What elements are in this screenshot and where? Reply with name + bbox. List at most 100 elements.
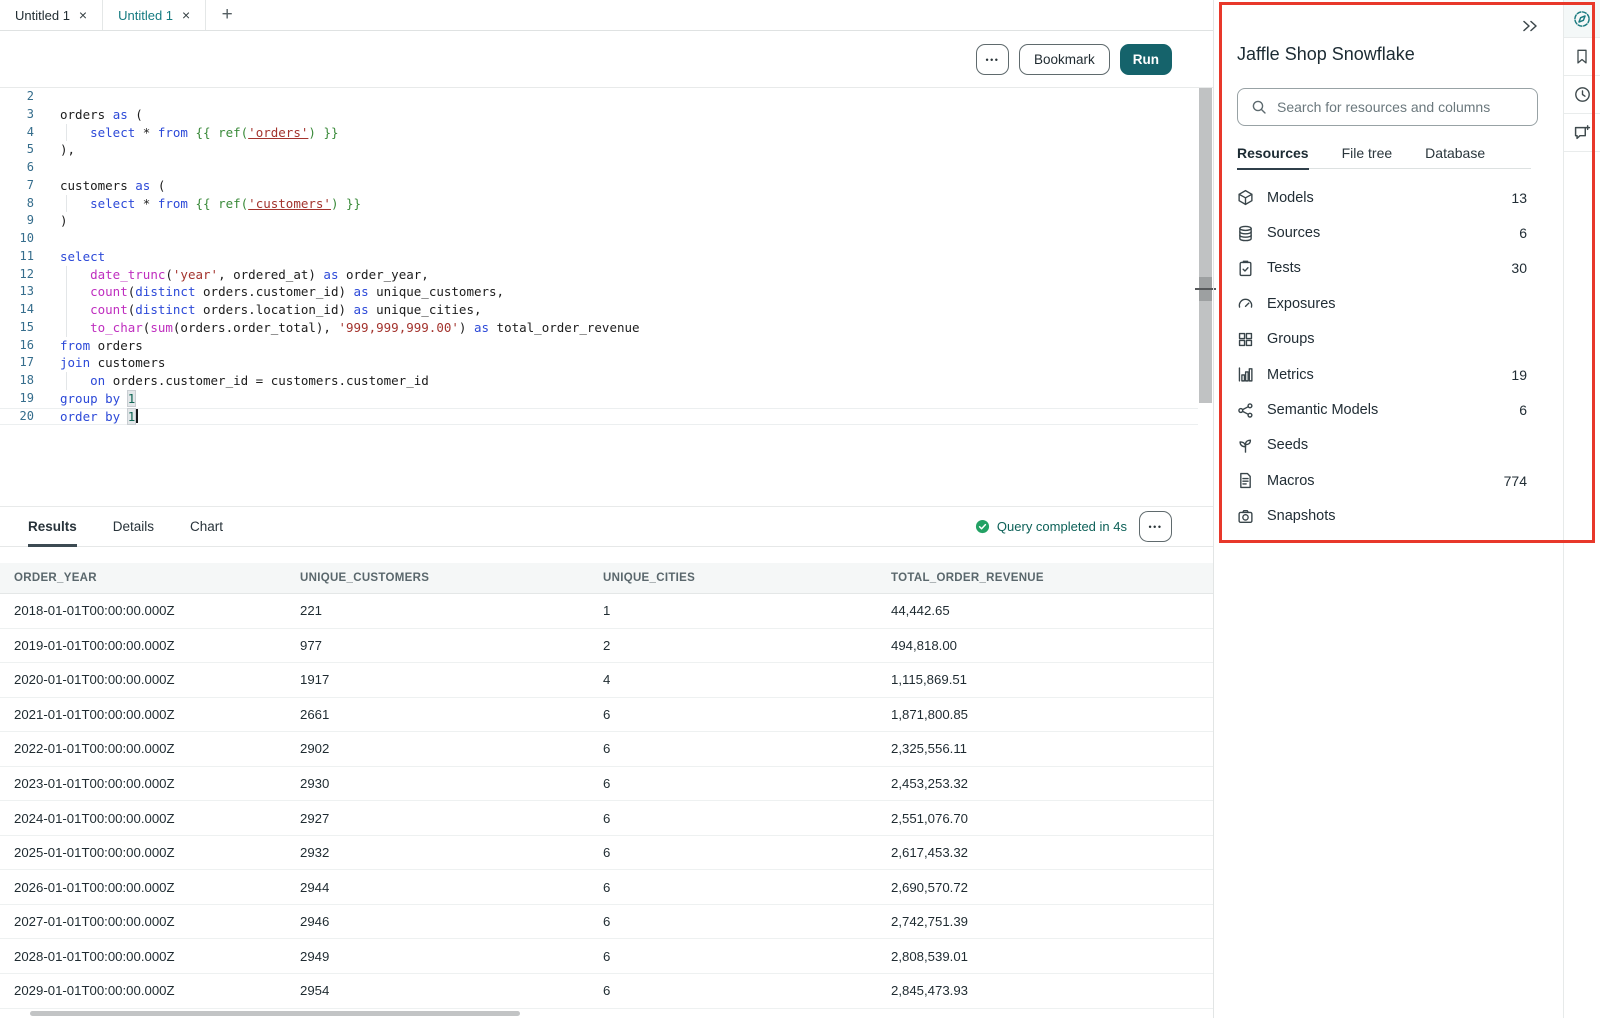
table-row[interactable]: 2019-01-01T00:00:00.000Z9772494,818.00 xyxy=(0,629,1213,664)
tab-details[interactable]: Details xyxy=(113,507,154,546)
close-icon[interactable]: × xyxy=(182,8,190,22)
code-line-14[interactable]: 14 count(distinct orders.location_id) as… xyxy=(0,301,1198,319)
close-icon[interactable]: × xyxy=(79,8,87,22)
tab-database[interactable]: Database xyxy=(1425,137,1485,168)
chat-plus-rail-button[interactable] xyxy=(1564,114,1600,152)
horizontal-scrollbar-thumb[interactable] xyxy=(30,1011,520,1016)
table-cell: 2020-01-01T00:00:00.000Z xyxy=(0,672,300,687)
line-number: 6 xyxy=(0,159,34,177)
resource-item-sources[interactable]: Sources6 xyxy=(1237,215,1543,250)
resource-item-tests[interactable]: Tests30 xyxy=(1237,251,1543,286)
code-line-20[interactable]: 20 order by 1 xyxy=(0,408,1198,426)
search-input[interactable] xyxy=(1277,99,1524,115)
column-header[interactable]: UNIQUE_CITIES xyxy=(603,572,891,584)
table-cell: 2661 xyxy=(300,707,603,722)
code-line-9[interactable]: 9) xyxy=(0,212,1198,230)
resource-search-box[interactable] xyxy=(1237,88,1538,126)
resource-count: 30 xyxy=(1511,260,1527,276)
code-line-8[interactable]: 8 select * from {{ ref('customers') }} xyxy=(0,195,1198,213)
table-row[interactable]: 2020-01-01T00:00:00.000Z191741,115,869.5… xyxy=(0,663,1213,698)
table-cell: 2930 xyxy=(300,776,603,791)
code-line-3[interactable]: 3orders as ( xyxy=(0,106,1198,124)
resource-item-exposures[interactable]: Exposures xyxy=(1237,286,1543,321)
table-cell: 494,818.00 xyxy=(891,638,1213,653)
column-header[interactable]: UNIQUE_CUSTOMERS xyxy=(300,572,603,584)
sql-code-editor[interactable]: 23orders as (4 select * from {{ ref('ord… xyxy=(0,88,1198,506)
tab-chart[interactable]: Chart xyxy=(190,507,223,546)
code-line-19[interactable]: 19group by 1 xyxy=(0,390,1198,408)
scrollbar-thumb[interactable] xyxy=(1199,88,1212,403)
code-line-13[interactable]: 13 count(distinct orders.customer_id) as… xyxy=(0,283,1198,301)
table-row[interactable]: 2022-01-01T00:00:00.000Z290262,325,556.1… xyxy=(0,732,1213,767)
line-number: 11 xyxy=(0,248,34,266)
line-number: 20 xyxy=(0,408,34,426)
code-line-11[interactable]: 11select xyxy=(0,248,1198,266)
column-header[interactable]: ORDER_YEAR xyxy=(0,572,300,584)
query-status: Query completed in 4s xyxy=(975,519,1127,534)
more-options-button[interactable]: ••• xyxy=(976,44,1009,75)
code-line-10[interactable]: 10 xyxy=(0,230,1198,248)
code-line-16[interactable]: 16from orders xyxy=(0,337,1198,355)
code-text: select * from {{ ref('customers') }} xyxy=(60,195,1198,213)
bookmark-button[interactable]: Bookmark xyxy=(1019,44,1110,75)
tab-file-tree[interactable]: File tree xyxy=(1342,137,1393,168)
resource-item-metrics[interactable]: Metrics19 xyxy=(1237,357,1543,392)
table-cell: 2024-01-01T00:00:00.000Z xyxy=(0,811,300,826)
code-line-2[interactable]: 2 xyxy=(0,88,1198,106)
results-more-button[interactable]: ••• xyxy=(1139,511,1172,542)
code-line-5[interactable]: 5), xyxy=(0,141,1198,159)
resource-label: Snapshots xyxy=(1267,508,1336,524)
resource-item-snapshots[interactable]: Snapshots xyxy=(1237,499,1543,534)
tab-resources[interactable]: Resources xyxy=(1237,137,1309,168)
code-text: group by 1 xyxy=(60,390,1198,408)
resource-item-semantic-models[interactable]: Semantic Models6 xyxy=(1237,392,1543,427)
table-row[interactable]: 2018-01-01T00:00:00.000Z221144,442.65 xyxy=(0,594,1213,629)
code-line-4[interactable]: 4 select * from {{ ref('orders') }} xyxy=(0,124,1198,142)
code-line-12[interactable]: 12 date_trunc('year', ordered_at) as ord… xyxy=(0,266,1198,284)
table-cell: 1,871,800.85 xyxy=(891,707,1213,722)
new-tab-button[interactable]: + xyxy=(206,0,248,30)
table-row[interactable]: 2026-01-01T00:00:00.000Z294462,690,570.7… xyxy=(0,870,1213,905)
table-cell: 4 xyxy=(603,672,891,687)
tab-label: Untitled 1 xyxy=(15,8,70,23)
table-row[interactable]: 2028-01-01T00:00:00.000Z294962,808,539.0… xyxy=(0,939,1213,974)
resource-item-seeds[interactable]: Seeds xyxy=(1237,428,1543,463)
line-number: 13 xyxy=(0,283,34,301)
table-cell: 2954 xyxy=(300,983,603,998)
grid-icon xyxy=(1237,331,1254,348)
table-row[interactable]: 2029-01-01T00:00:00.000Z295462,845,473.9… xyxy=(0,974,1213,1009)
table-row[interactable]: 2023-01-01T00:00:00.000Z293062,453,253.3… xyxy=(0,767,1213,802)
code-line-18[interactable]: 18 on orders.customer_id = customers.cus… xyxy=(0,372,1198,390)
resource-count: 6 xyxy=(1519,402,1527,418)
resource-item-models[interactable]: Models13 xyxy=(1237,180,1543,215)
compass-rail-button[interactable] xyxy=(1564,0,1600,38)
code-line-6[interactable]: 6 xyxy=(0,159,1198,177)
column-header[interactable]: TOTAL_ORDER_REVENUE xyxy=(891,572,1213,584)
bar-chart-icon xyxy=(1237,366,1254,383)
resource-item-groups[interactable]: Groups xyxy=(1237,322,1543,357)
table-row[interactable]: 2024-01-01T00:00:00.000Z292762,551,076.7… xyxy=(0,801,1213,836)
bookmark-rail-button[interactable] xyxy=(1564,38,1600,76)
code-line-17[interactable]: 17join customers xyxy=(0,354,1198,372)
table-cell: 6 xyxy=(603,776,891,791)
run-button[interactable]: Run xyxy=(1120,44,1172,75)
code-line-7[interactable]: 7customers as ( xyxy=(0,177,1198,195)
table-row[interactable]: 2027-01-01T00:00:00.000Z294662,742,751.3… xyxy=(0,905,1213,940)
resource-list: Models13Sources6Tests30ExposuresGroupsMe… xyxy=(1237,180,1543,534)
tab-untitled-1-active[interactable]: Untitled 1 × xyxy=(103,0,206,30)
code-line-15[interactable]: 15 to_char(sum(orders.order_total), '999… xyxy=(0,319,1198,337)
tab-untitled-1[interactable]: Untitled 1 × xyxy=(0,0,103,30)
table-row[interactable]: 2025-01-01T00:00:00.000Z293262,617,453.3… xyxy=(0,836,1213,871)
resource-item-macros[interactable]: Macros774 xyxy=(1237,463,1543,498)
line-number: 12 xyxy=(0,266,34,284)
results-table-body: 2018-01-01T00:00:00.000Z221144,442.65201… xyxy=(0,594,1213,1009)
code-text: customers as ( xyxy=(60,177,1198,195)
pane-resize-handle[interactable] xyxy=(1199,277,1212,301)
code-text: order by 1 xyxy=(60,408,1198,426)
history-clock-rail-button[interactable] xyxy=(1564,76,1600,114)
table-cell: 2,742,751.39 xyxy=(891,914,1213,929)
chat-plus-icon xyxy=(1573,124,1591,142)
collapse-sidebar-button[interactable] xyxy=(1521,19,1539,33)
table-row[interactable]: 2021-01-01T00:00:00.000Z266161,871,800.8… xyxy=(0,698,1213,733)
tab-results[interactable]: Results xyxy=(28,507,77,546)
